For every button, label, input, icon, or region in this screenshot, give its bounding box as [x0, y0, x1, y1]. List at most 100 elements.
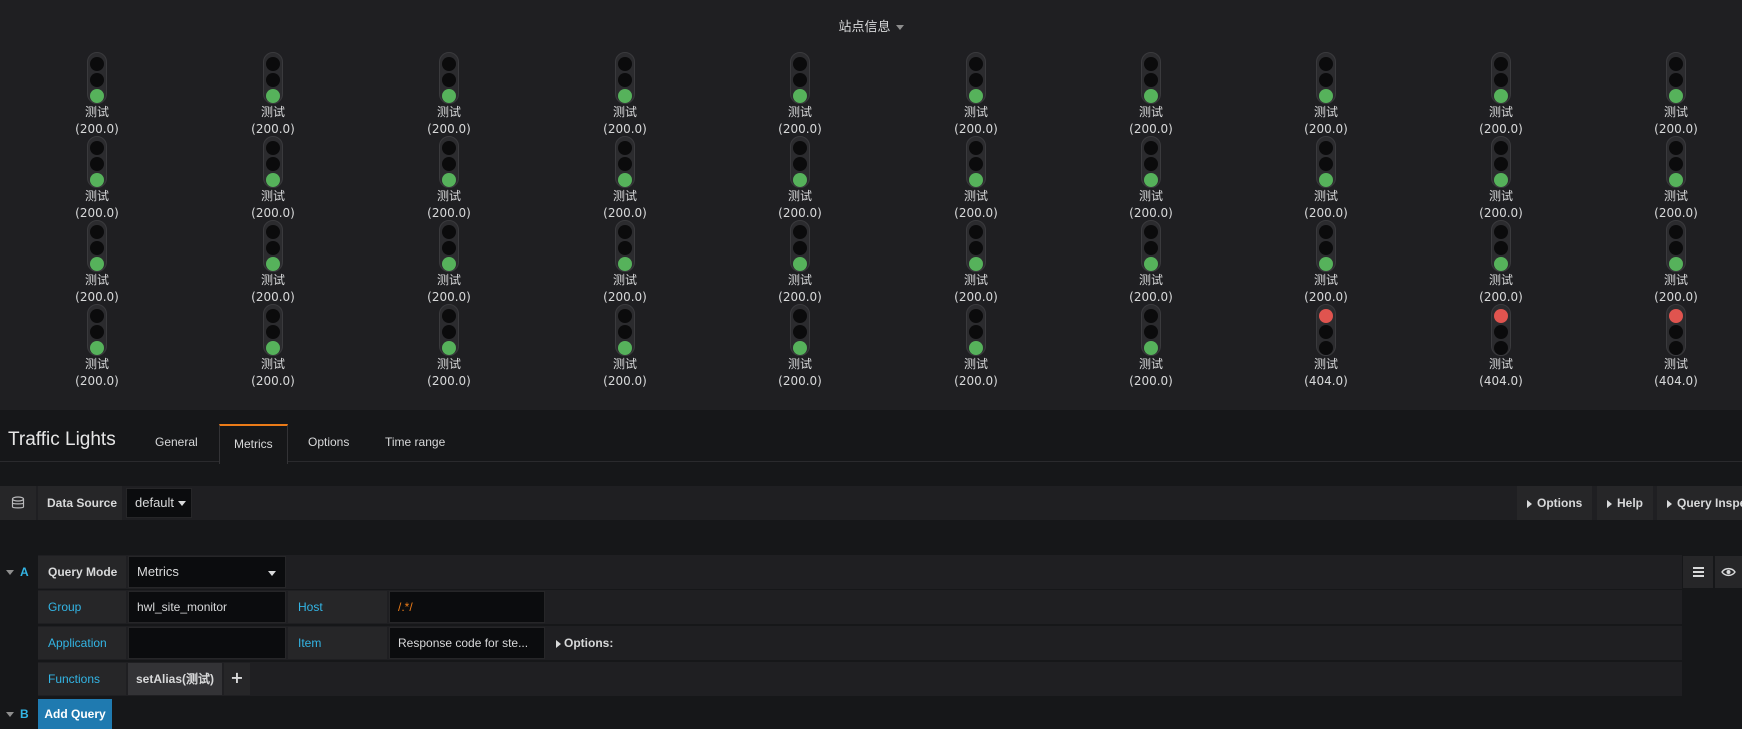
options-button-label: Options	[1537, 496, 1583, 510]
traffic-light: 测试 (200.0)	[1276, 136, 1376, 222]
host-label: Host	[288, 591, 387, 623]
light-label: 测试	[84, 273, 109, 287]
traffic-light: 测试 (200.0)	[47, 52, 147, 138]
hamburger-menu-button[interactable]	[1683, 556, 1713, 588]
lamp-yellow	[1669, 157, 1683, 171]
traffic-light: 测试 (200.0)	[1101, 136, 1201, 222]
traffic-light: 测试 (200.0)	[1626, 52, 1726, 138]
lamp-red	[1669, 309, 1683, 323]
traffic-light: 测试 (200.0)	[399, 136, 499, 222]
lamp-green	[969, 257, 983, 271]
lamp-yellow	[90, 325, 104, 339]
collapse-icon	[6, 570, 14, 576]
lamp-red	[1494, 141, 1508, 155]
query-inspector-button[interactable]: Query Inspe	[1657, 486, 1742, 520]
lamp-yellow	[442, 73, 456, 87]
traffic-light-housing	[263, 304, 283, 356]
lamp-green	[442, 89, 456, 103]
light-label: 测试	[84, 357, 109, 371]
light-label: 测试	[1663, 105, 1688, 119]
lamp-green	[1144, 341, 1158, 355]
toggle-visibility-button[interactable]	[1715, 556, 1742, 588]
lamp-red	[90, 57, 104, 71]
lamp-red	[266, 309, 280, 323]
lamp-green	[1494, 257, 1508, 271]
item-options-label: Options:	[564, 636, 614, 650]
light-label: 测试	[1663, 357, 1688, 371]
lamp-green	[793, 89, 807, 103]
caret-right-icon	[1527, 499, 1532, 508]
traffic-light-housing	[1316, 304, 1336, 356]
light-value: (200.0)	[75, 374, 119, 388]
datasource-select[interactable]: default	[126, 488, 192, 518]
group-input[interactable]: hwl_site_monitor	[128, 591, 286, 623]
lamp-yellow	[618, 73, 632, 87]
lamp-green	[1494, 173, 1508, 187]
traffic-light: 测试 (200.0)	[1451, 136, 1551, 222]
light-label: 测试	[1313, 189, 1338, 203]
lamp-green	[1319, 89, 1333, 103]
lamp-red	[618, 309, 632, 323]
light-label: 测试	[436, 189, 461, 203]
datasource-value: default	[135, 495, 175, 510]
help-button[interactable]: Help	[1597, 486, 1654, 520]
lamp-yellow	[1494, 73, 1508, 87]
query-a-letter: A	[20, 565, 29, 579]
lamp-yellow	[1494, 325, 1508, 339]
item-options-toggle[interactable]: Options:	[556, 627, 613, 659]
application-input[interactable]	[128, 627, 286, 659]
item-input[interactable]: Response code for ste...	[389, 627, 545, 659]
query-a-toggle[interactable]: A	[0, 556, 36, 588]
query-mode-select[interactable]: Metrics	[128, 556, 286, 588]
lamp-green	[1144, 173, 1158, 187]
lamp-green	[1669, 89, 1683, 103]
panel-title[interactable]: 站点信息	[0, 16, 1742, 35]
traffic-light: 测试 (200.0)	[47, 220, 147, 306]
traffic-light: 测试 (200.0)	[1101, 52, 1201, 138]
add-function-button[interactable]: +	[224, 663, 250, 695]
lamp-green	[266, 341, 280, 355]
lamp-green	[969, 173, 983, 187]
traffic-light-housing	[439, 220, 459, 272]
host-input[interactable]: /.*/	[389, 591, 545, 623]
traffic-light-housing	[439, 304, 459, 356]
lamp-red	[793, 141, 807, 155]
traffic-light-housing	[263, 220, 283, 272]
tab-options[interactable]: Options	[294, 424, 363, 462]
traffic-light: 测试 (200.0)	[1451, 220, 1551, 306]
traffic-light-housing	[1141, 136, 1161, 188]
light-label: 测试	[1138, 189, 1163, 203]
query-b-letter: B	[20, 707, 29, 721]
traffic-light-housing	[87, 220, 107, 272]
tab-general[interactable]: General	[141, 424, 212, 462]
tab-time-range[interactable]: Time range	[371, 424, 459, 462]
lamp-red	[1319, 309, 1333, 323]
light-label: 测试	[787, 105, 812, 119]
lamp-yellow	[1144, 325, 1158, 339]
lamp-yellow	[969, 73, 983, 87]
traffic-light: 测试 (200.0)	[1101, 304, 1201, 390]
light-label: 测试	[436, 357, 461, 371]
lamp-red	[1144, 141, 1158, 155]
lamp-green	[442, 173, 456, 187]
traffic-light-housing	[439, 136, 459, 188]
traffic-light-housing	[1666, 304, 1686, 356]
query-b-toggle[interactable]: B	[0, 699, 36, 729]
lamp-red	[266, 225, 280, 239]
light-label: 测试	[612, 189, 637, 203]
traffic-light-housing	[87, 52, 107, 104]
light-label: 测试	[612, 273, 637, 287]
lamp-green	[618, 341, 632, 355]
add-query-button[interactable]: Add Query	[38, 699, 112, 729]
lamp-yellow	[618, 241, 632, 255]
lamp-green	[266, 173, 280, 187]
lamp-red	[1319, 141, 1333, 155]
lamp-yellow	[90, 241, 104, 255]
options-button[interactable]: Options	[1517, 486, 1593, 520]
tab-metrics[interactable]: Metrics	[219, 424, 288, 464]
caret-right-icon	[1607, 499, 1612, 508]
function-tag-setalias[interactable]: setAlias(测试)	[128, 663, 223, 695]
lamp-yellow	[1144, 157, 1158, 171]
datasource-label: Data Source	[38, 486, 122, 520]
lamp-yellow	[1669, 241, 1683, 255]
